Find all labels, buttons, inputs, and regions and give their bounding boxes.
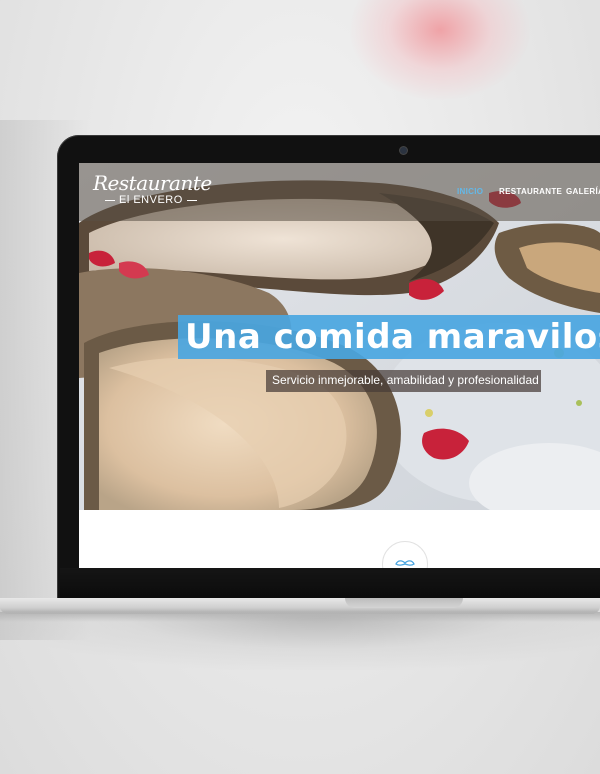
- mustache-icon: [395, 560, 415, 566]
- webcam-icon: [400, 147, 407, 154]
- hero-section: Restaurante El ENVERO INICIO RESTAURANTE…: [79, 163, 600, 510]
- site-navbar: Restaurante El ENVERO INICIO RESTAURANTE…: [79, 163, 600, 221]
- nav-item-inicio[interactable]: INICIO: [457, 187, 483, 196]
- hero-headline: Una comida maravilosa: [185, 317, 600, 357]
- laptop-screen: Restaurante El ENVERO INICIO RESTAURANTE…: [79, 163, 600, 568]
- laptop-base-lip: [0, 612, 600, 622]
- nav-item-restaurante[interactable]: RESTAURANTE: [499, 187, 562, 196]
- site-logo-subtitle: El ENVERO: [101, 194, 201, 206]
- hero-tagline: Servicio inmejorable, amabilidad y profe…: [272, 373, 539, 387]
- section-badge: [382, 541, 428, 568]
- nav-item-galeria[interactable]: GALERÍA: [566, 187, 600, 196]
- screen-bezel-bottom: [60, 568, 600, 600]
- laptop-notch: [345, 598, 463, 608]
- logo-name: El ENVERO: [119, 194, 183, 206]
- background-glow: [350, 0, 530, 100]
- site-logo[interactable]: Restaurante: [93, 171, 212, 195]
